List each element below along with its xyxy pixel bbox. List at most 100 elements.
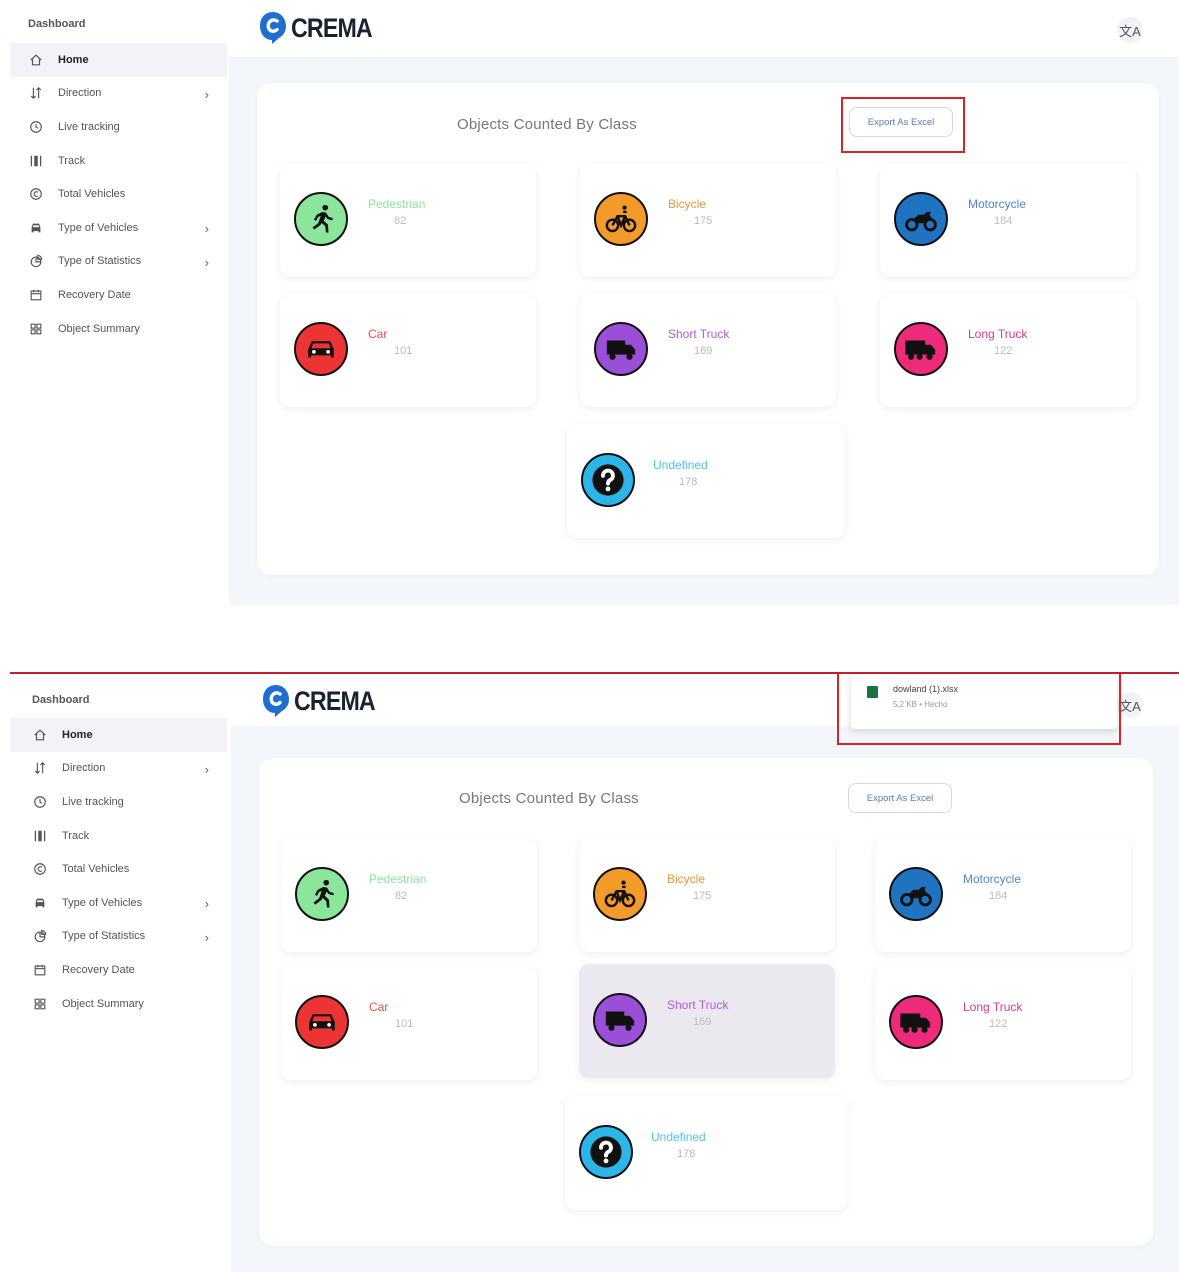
grid-icon [32,996,48,1012]
truck-icon [593,993,647,1047]
topbar: CREMA 文A [229,5,1179,57]
sidebar-item-home[interactable]: Home [10,718,227,752]
class-count: 101 [394,345,413,357]
class-tile-short-truck[interactable]: Short Truck 169 [580,293,836,407]
class-count: 169 [694,345,713,357]
pie-chart-icon [32,928,48,944]
sidebar-item-live-tracking[interactable]: Live tracking [10,785,227,819]
sidebar-item-recovery-date[interactable]: Recovery Date [10,953,227,987]
screenshot-bottom: Dashboard Home Direction › Live tracking… [10,672,1179,1272]
class-count: 184 [994,215,1013,227]
sidebar-item-label: Total Vehicles [62,863,130,876]
class-count: 184 [989,890,1008,902]
class-tile-car[interactable]: Car 101 [281,966,537,1080]
class-tile-bicycle[interactable]: Bicycle 175 [580,163,836,277]
sidebar-item-label: Type of Vehicles [58,221,139,234]
sidebar-item-track[interactable]: Track [10,819,227,853]
class-count: 82 [395,890,408,902]
class-tile-long-truck[interactable]: Long Truck 122 [880,293,1136,407]
sidebar-item-total-vehicles[interactable]: Total Vehicles [10,177,227,211]
sidebar-item-total-vehicles[interactable]: Total Vehicles [10,852,227,886]
class-count: 122 [994,345,1013,357]
sidebar-item-label: Type of Statistics [62,930,146,943]
sidebar-item-label: Type of Statistics [58,255,142,268]
truck-icon [594,322,648,376]
running-person-icon [295,867,349,921]
truck-icon [894,322,948,376]
main-content: CREMA 文A Objects Counted By Class Export… [229,5,1179,605]
highlight-box [841,97,965,153]
class-tile-long-truck[interactable]: Long Truck 122 [875,966,1131,1080]
class-count: 122 [989,1018,1008,1030]
motorcycle-icon [894,192,948,246]
objects-count-card: Objects Counted By Class Export As Excel… [259,758,1153,1246]
copyright-icon [28,186,44,202]
class-label: Motorcycle [968,197,1027,211]
sidebar: Dashboard Home Direction › Live tracking… [10,5,227,605]
sidebar-item-type-of-vehicles[interactable]: Type of Vehicles › [10,886,227,920]
sidebar-item-label: Direction [62,762,106,775]
class-tile-motorcycle[interactable]: Motorcycle 184 [880,163,1136,277]
running-person-icon [294,192,348,246]
chevron-right-icon: › [204,220,209,236]
sidebar-item-object-summary[interactable]: Object Summary [10,987,227,1021]
sidebar: Dashboard Home Direction › Live tracking… [10,674,227,1272]
class-tile-car[interactable]: Car 101 [280,293,536,407]
car-icon [294,322,348,376]
track-icon [28,153,44,169]
motorcycle-icon [889,867,943,921]
crema-logo[interactable]: CREMA [262,684,388,718]
sidebar-item-label: Live tracking [58,120,120,133]
sidebar-item-type-of-statistics[interactable]: Type of Statistics › [10,245,227,279]
home-icon [28,52,44,68]
chevron-right-icon: › [204,895,209,911]
class-count: 175 [694,215,713,227]
class-label: Undefined [653,458,708,472]
class-tile-short-truck[interactable]: Short Truck 169 [579,964,835,1078]
sidebar-item-direction[interactable]: Direction › [10,752,227,786]
sidebar-item-live-tracking[interactable]: Live tracking [10,110,227,144]
crema-logo[interactable]: CREMA [259,11,385,45]
class-tile-motorcycle[interactable]: Motorcycle 184 [875,838,1131,952]
grid-icon [28,321,44,337]
sidebar-item-home[interactable]: Home [10,43,227,77]
crema-logo-icon [260,12,286,44]
class-tile-undefined[interactable]: Undefined 178 [565,1096,847,1210]
chevron-right-icon: › [204,86,209,102]
sidebar-item-label: Direction [58,87,102,100]
sidebar-item-label: Recovery Date [62,963,135,976]
sidebar-item-recovery-date[interactable]: Recovery Date [10,278,227,312]
class-label: Short Truck [667,998,729,1012]
class-label: Motorcycle [963,872,1022,886]
objects-count-card: Objects Counted By Class Export As Excel… [257,83,1159,575]
class-label: Short Truck [668,327,730,341]
class-tile-bicycle[interactable]: Bicycle 175 [579,838,835,952]
direction-icon [32,760,48,776]
sidebar-item-label: Live tracking [62,795,124,808]
class-label: Long Truck [963,1000,1023,1014]
sidebar-nav: Home Direction › Live tracking Track Tot… [10,43,227,345]
class-tile-pedestrian[interactable]: Pedestrian 82 [280,163,536,277]
class-tile-pedestrian[interactable]: Pedestrian 82 [281,838,537,952]
export-excel-button[interactable]: Export As Excel [848,783,952,813]
logo-text: CREMA [294,685,376,716]
language-button[interactable]: 文A [1117,17,1143,43]
sidebar-item-label: Type of Vehicles [62,896,143,909]
car-icon [32,895,48,911]
sidebar-item-type-of-vehicles[interactable]: Type of Vehicles › [10,211,227,245]
sidebar-item-direction[interactable]: Direction › [10,77,227,111]
clock-icon [32,794,48,810]
sidebar-item-track[interactable]: Track [10,144,227,178]
class-count: 169 [693,1016,712,1028]
question-icon [581,453,635,507]
class-count: 178 [677,1148,696,1160]
sidebar-item-label: Total Vehicles [58,188,126,201]
class-tile-undefined[interactable]: Undefined 178 [567,424,845,538]
sidebar-item-type-of-statistics[interactable]: Type of Statistics › [10,920,227,954]
sidebar-item-object-summary[interactable]: Object Summary [10,312,227,346]
class-label: Bicycle [667,872,706,886]
class-label: Long Truck [968,327,1028,341]
card-title: Objects Counted By Class [459,790,639,807]
chevron-right-icon: › [204,929,209,945]
sidebar-nav: Home Direction › Live tracking Track Tot… [10,718,227,1020]
